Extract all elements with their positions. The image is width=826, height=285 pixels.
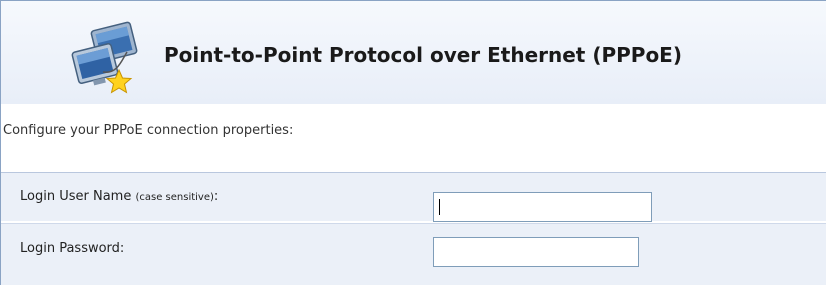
username-input[interactable] [433, 192, 652, 222]
page-header: Point-to-Point Protocol over Ethernet (P… [1, 1, 826, 104]
page-title: Point-to-Point Protocol over Ethernet (P… [164, 43, 682, 67]
text-cursor [439, 199, 440, 215]
username-row: Login User Name (case sensitive): [1, 172, 826, 222]
intro-text: Configure your PPPoE connection properti… [3, 123, 294, 138]
password-label: Login Password: [20, 241, 125, 256]
username-label: Login User Name (case sensitive): [20, 189, 218, 204]
password-input[interactable] [433, 237, 639, 267]
username-label-text: Login User Name [20, 189, 132, 204]
username-label-colon: : [213, 189, 219, 204]
network-computers-icon [71, 21, 138, 94]
pppoe-page: Point-to-Point Protocol over Ethernet (P… [0, 0, 826, 285]
password-row: Login Password: [1, 223, 826, 285]
case-sensitive-note: (case sensitive) [135, 192, 214, 203]
